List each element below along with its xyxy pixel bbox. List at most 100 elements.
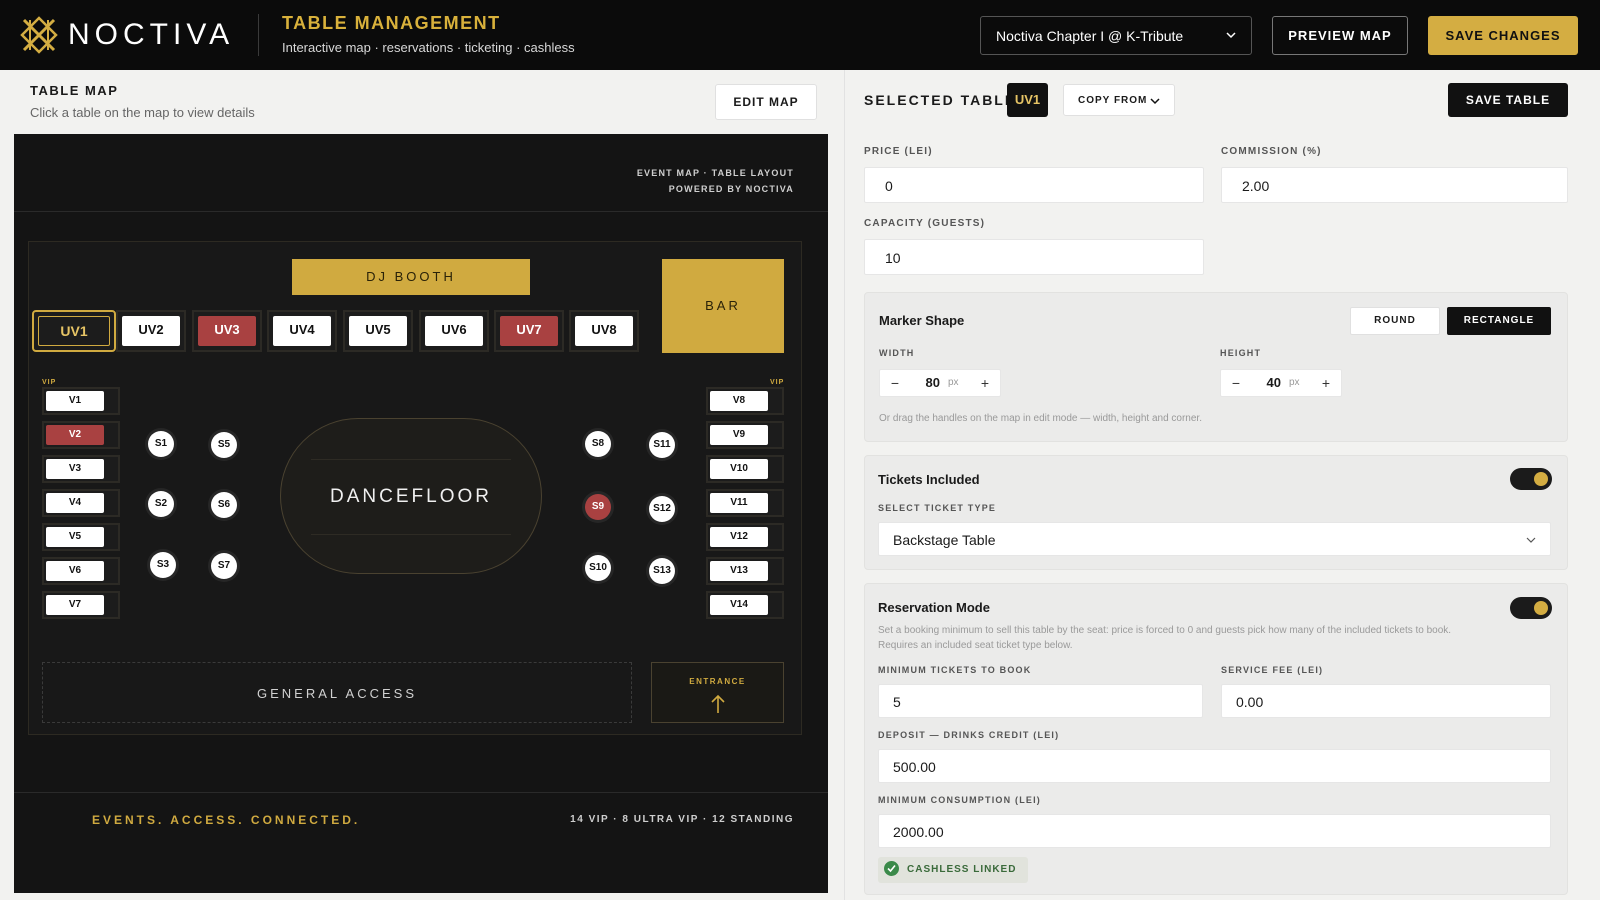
reservation-description: Set a booking minimum to sell this table… [878,625,1452,636]
width-label: WIDTH [879,348,915,358]
table-v6[interactable]: V6 [42,557,120,585]
table-label: V8 [710,391,768,411]
save-changes-button[interactable]: SAVE CHANGES [1428,16,1578,55]
copy-from-dropdown[interactable]: COPY FROM [1063,84,1175,116]
tickets-included-toggle[interactable] [1510,468,1552,490]
top-bar: NOCTIVA TABLE MANAGEMENT Interactive map… [0,0,1600,70]
table-v1[interactable]: V1 [42,387,120,415]
table-label: V7 [46,595,104,615]
tickets-included-title: Tickets Included [878,472,980,487]
ticket-type-select[interactable]: Backstage Table [878,522,1551,556]
map-header-caption: EVENT MAP · TABLE LAYOUT [636,168,794,178]
table-s11[interactable]: S11 [649,432,675,458]
height-value[interactable]: 40 [1257,370,1281,396]
min-tickets-input[interactable]: 5 [878,684,1203,718]
bar-zone: BAR [662,259,784,353]
service-fee-input[interactable]: 0.00 [1221,684,1551,718]
table-uv6[interactable]: UV6 [419,310,489,352]
shape-rectangle-option[interactable]: RECTANGLE [1447,307,1551,335]
table-map[interactable]: EVENT MAP · TABLE LAYOUT POWERED BY NOCT… [14,134,828,893]
table-label: V10 [710,459,768,479]
table-uv4[interactable]: UV4 [267,310,337,352]
table-label: UV7 [500,316,558,346]
table-v14[interactable]: V14 [706,591,784,619]
dj-booth-zone: DJ BOOTH [292,259,530,295]
table-s12[interactable]: S12 [649,496,675,522]
table-label: V5 [46,527,104,547]
width-stepper: − 80 px + [879,369,1001,397]
reservation-mode-toggle[interactable] [1510,597,1552,619]
table-v13[interactable]: V13 [706,557,784,585]
page-title: TABLE MANAGEMENT [282,13,501,33]
deposit-input[interactable]: 500.00 [878,749,1551,783]
table-uv5[interactable]: UV5 [343,310,413,352]
table-label: UV6 [425,316,483,346]
price-input[interactable]: 0 [864,167,1204,203]
min-consumption-label: MINIMUM CONSUMPTION (LEI) [878,795,1041,805]
reservation-requirement: Requires an included seat ticket type be… [878,640,1073,651]
table-uv8[interactable]: UV8 [569,310,639,352]
table-v4[interactable]: V4 [42,489,120,517]
table-label: UV4 [273,316,331,346]
height-increment-button[interactable]: + [1313,370,1339,396]
table-s1[interactable]: S1 [148,431,174,457]
table-s2[interactable]: S2 [148,491,174,517]
table-v8[interactable]: V8 [706,387,784,415]
table-s7[interactable]: S7 [211,553,237,579]
width-increment-button[interactable]: + [972,370,998,396]
table-label: V4 [46,493,104,513]
table-v7[interactable]: V7 [42,591,120,619]
copy-from-label: COPY FROM [1078,95,1148,106]
check-circle-icon [884,860,899,876]
arrow-up-icon [711,694,725,713]
price-label: PRICE (LEI) [864,146,933,157]
table-label: V2 [46,425,104,445]
table-s6[interactable]: S6 [211,492,237,518]
table-s10[interactable]: S10 [585,555,611,581]
table-uv2[interactable]: UV2 [116,310,186,352]
save-table-button[interactable]: SAVE TABLE [1448,83,1568,117]
deposit-label: DEPOSIT — DRINKS CREDIT (LEI) [878,730,1060,740]
map-tagline: EVENTS. ACCESS. CONNECTED. [92,813,361,827]
table-label: V3 [46,459,104,479]
width-decrement-button[interactable]: − [882,370,908,396]
table-v12[interactable]: V12 [706,523,784,551]
event-select[interactable]: Noctiva Chapter I @ K-Tribute [980,16,1252,55]
table-v5[interactable]: V5 [42,523,120,551]
table-s8[interactable]: S8 [585,431,611,457]
table-v11[interactable]: V11 [706,489,784,517]
height-decrement-button[interactable]: − [1223,370,1249,396]
selected-table-title: SELECTED TABLE [864,92,1017,108]
brand-name: NOCTIVA [68,18,235,51]
vip-zone-label-left: VIP [42,379,57,386]
map-divider-top [14,211,828,212]
event-select-value: Noctiva Chapter I @ K-Tribute [996,28,1184,44]
reservation-mode-title: Reservation Mode [878,600,990,615]
edit-map-button[interactable]: EDIT MAP [715,84,817,120]
table-uv1[interactable]: UV1 [32,310,116,352]
selected-table-badge: UV1 [1007,83,1048,117]
table-s3[interactable]: S3 [150,552,176,578]
table-v3[interactable]: V3 [42,455,120,483]
table-v2[interactable]: V2 [42,421,120,449]
table-uv7[interactable]: UV7 [494,310,564,352]
width-value[interactable]: 80 [916,370,940,396]
capacity-input[interactable]: 10 [864,239,1204,275]
table-v9[interactable]: V9 [706,421,784,449]
marker-hint: Or drag the handles on the map in edit m… [879,413,1202,424]
preview-map-button[interactable]: PREVIEW MAP [1272,16,1408,55]
table-s5[interactable]: S5 [211,432,237,458]
table-s13[interactable]: S13 [649,558,675,584]
table-label: UV2 [122,316,180,346]
table-v10[interactable]: V10 [706,455,784,483]
commission-input[interactable]: 2.00 [1221,167,1568,203]
min-consumption-input[interactable]: 2000.00 [878,814,1551,848]
table-s9[interactable]: S9 [585,494,611,520]
map-divider-bottom [14,792,828,793]
table-label: UV3 [198,316,256,346]
general-access-zone: GENERAL ACCESS [42,662,632,723]
table-map-subtitle: Click a table on the map to view details [30,105,255,120]
shape-round-option[interactable]: ROUND [1350,307,1440,335]
table-uv3[interactable]: UV3 [192,310,262,352]
panel-divider [844,70,845,900]
